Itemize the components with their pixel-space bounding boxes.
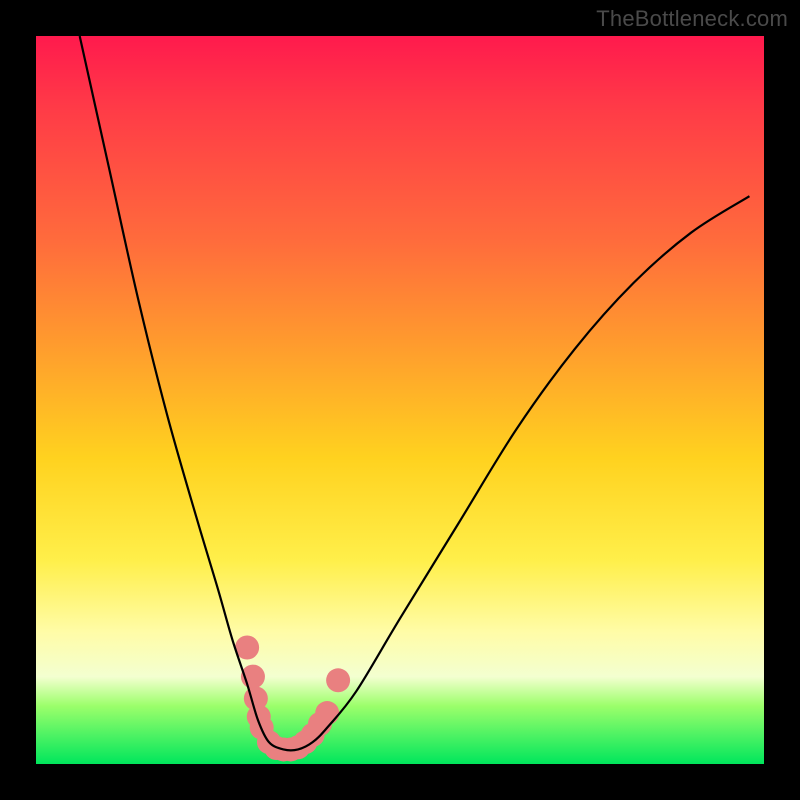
plot-area (36, 36, 764, 764)
marker-dot (326, 668, 350, 692)
chart-stage: TheBottleneck.com (0, 0, 800, 800)
marker-dot (315, 701, 339, 725)
chart-svg (36, 36, 764, 764)
bottleneck-curve (80, 36, 750, 750)
watermark-text: TheBottleneck.com (596, 6, 788, 32)
